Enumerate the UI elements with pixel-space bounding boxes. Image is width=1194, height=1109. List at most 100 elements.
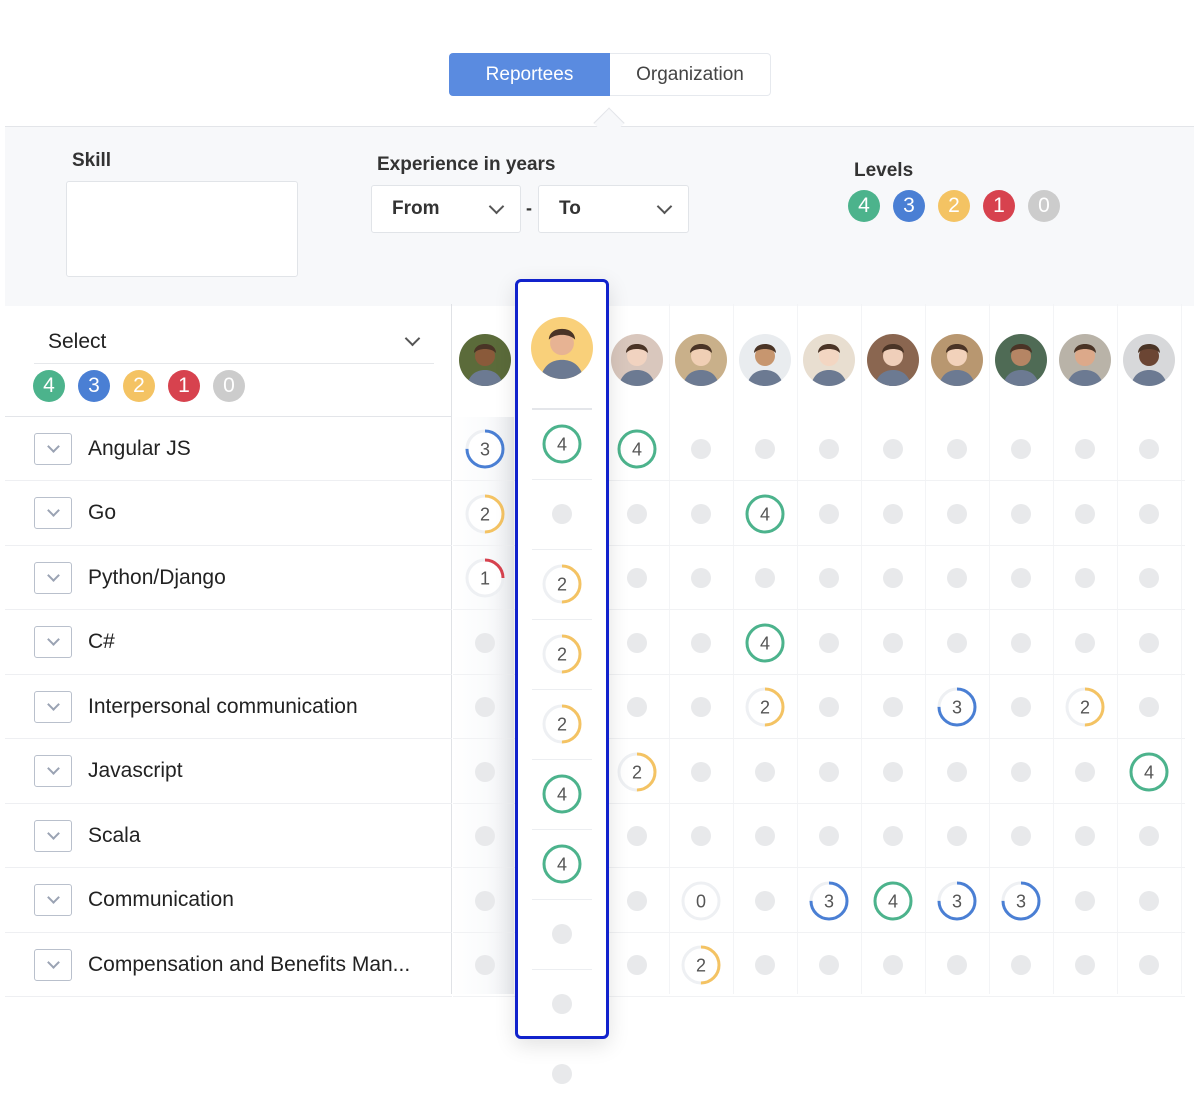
avatar[interactable] bbox=[803, 334, 855, 386]
rating-cell[interactable] bbox=[925, 933, 989, 997]
experience-from-select[interactable]: From bbox=[371, 185, 521, 233]
rating-cell[interactable] bbox=[669, 482, 733, 546]
rating-cell[interactable] bbox=[1117, 611, 1181, 675]
level-3-badge[interactable]: 3 bbox=[893, 190, 925, 222]
rating-cell[interactable]: 3 bbox=[925, 869, 989, 933]
rating-cell[interactable]: 2 bbox=[530, 619, 594, 689]
rating-cell[interactable] bbox=[1117, 675, 1181, 739]
rating-cell[interactable] bbox=[861, 675, 925, 739]
avatar[interactable] bbox=[675, 334, 727, 386]
rating-cell[interactable] bbox=[797, 933, 861, 997]
rating-cell[interactable] bbox=[861, 482, 925, 546]
rating-cell[interactable] bbox=[733, 933, 797, 997]
rating-cell[interactable]: 3 bbox=[453, 417, 517, 481]
rating-cell[interactable]: 4 bbox=[530, 829, 594, 899]
experience-to-select[interactable]: To bbox=[538, 185, 689, 233]
rating-cell[interactable] bbox=[989, 804, 1053, 868]
rating-cell[interactable] bbox=[605, 482, 669, 546]
level-4-badge[interactable]: 4 bbox=[848, 190, 880, 222]
avatar[interactable] bbox=[995, 334, 1047, 386]
rating-cell[interactable] bbox=[1053, 740, 1117, 804]
rating-cell[interactable] bbox=[1053, 417, 1117, 481]
rating-ring[interactable]: 2 bbox=[744, 686, 786, 728]
rating-cell[interactable] bbox=[733, 417, 797, 481]
rating-cell[interactable] bbox=[925, 804, 989, 868]
level-2-badge[interactable]: 2 bbox=[938, 190, 970, 222]
rating-cell[interactable]: 4 bbox=[530, 759, 594, 829]
avatar[interactable] bbox=[459, 334, 511, 386]
rating-ring[interactable]: 4 bbox=[872, 880, 914, 922]
rating-cell[interactable]: 2 bbox=[530, 689, 594, 759]
avatar[interactable] bbox=[931, 334, 983, 386]
rating-ring[interactable]: 3 bbox=[808, 880, 850, 922]
level-0-badge[interactable]: 0 bbox=[213, 370, 245, 402]
rating-cell[interactable] bbox=[925, 546, 989, 610]
rating-cell[interactable] bbox=[861, 611, 925, 675]
expand-skill-button[interactable] bbox=[34, 884, 72, 916]
rating-cell[interactable] bbox=[797, 804, 861, 868]
rating-cell[interactable]: 2 bbox=[530, 549, 594, 619]
rating-ring[interactable]: 2 bbox=[616, 751, 658, 793]
rating-ring[interactable]: 4 bbox=[541, 423, 583, 465]
rating-cell[interactable]: 4 bbox=[733, 611, 797, 675]
rating-cell[interactable]: 0 bbox=[669, 869, 733, 933]
tab-organization[interactable]: Organization bbox=[610, 53, 771, 96]
avatar[interactable] bbox=[867, 334, 919, 386]
rating-ring[interactable]: 3 bbox=[936, 686, 978, 728]
rating-cell[interactable] bbox=[453, 869, 517, 933]
avatar[interactable] bbox=[1123, 334, 1175, 386]
rating-cell[interactable] bbox=[1117, 482, 1181, 546]
rating-cell[interactable]: 3 bbox=[797, 869, 861, 933]
rating-cell[interactable] bbox=[861, 933, 925, 997]
level-4-badge[interactable]: 4 bbox=[33, 370, 65, 402]
rating-cell[interactable] bbox=[530, 1039, 594, 1109]
rating-cell[interactable] bbox=[925, 611, 989, 675]
rating-cell[interactable] bbox=[1053, 869, 1117, 933]
rating-cell[interactable] bbox=[861, 740, 925, 804]
expand-skill-button[interactable] bbox=[34, 755, 72, 787]
rating-ring[interactable]: 4 bbox=[1128, 751, 1170, 793]
rating-ring[interactable]: 1 bbox=[464, 557, 506, 599]
rating-ring[interactable]: 2 bbox=[541, 633, 583, 675]
rating-cell[interactable]: 4 bbox=[733, 482, 797, 546]
rating-cell[interactable] bbox=[861, 804, 925, 868]
rating-cell[interactable] bbox=[1053, 804, 1117, 868]
rating-ring[interactable]: 3 bbox=[936, 880, 978, 922]
rating-cell[interactable] bbox=[797, 546, 861, 610]
rating-cell[interactable] bbox=[669, 675, 733, 739]
rating-cell[interactable] bbox=[733, 869, 797, 933]
rating-cell[interactable] bbox=[605, 869, 669, 933]
rating-cell[interactable] bbox=[1117, 933, 1181, 997]
rating-cell[interactable] bbox=[453, 675, 517, 739]
rating-cell[interactable] bbox=[1053, 611, 1117, 675]
rating-cell[interactable] bbox=[797, 740, 861, 804]
expand-skill-button[interactable] bbox=[34, 561, 72, 594]
rating-cell[interactable] bbox=[797, 482, 861, 546]
rating-cell[interactable] bbox=[989, 482, 1053, 546]
rating-cell[interactable] bbox=[605, 546, 669, 610]
rating-cell[interactable] bbox=[989, 417, 1053, 481]
rating-ring[interactable]: 2 bbox=[541, 563, 583, 605]
rating-cell[interactable]: 3 bbox=[989, 869, 1053, 933]
rating-cell[interactable] bbox=[453, 611, 517, 675]
rating-cell[interactable] bbox=[1053, 482, 1117, 546]
rating-cell[interactable] bbox=[605, 804, 669, 868]
rating-ring[interactable]: 2 bbox=[541, 703, 583, 745]
rating-ring[interactable]: 4 bbox=[541, 773, 583, 815]
avatar[interactable] bbox=[739, 334, 791, 386]
rating-ring[interactable]: 3 bbox=[464, 428, 506, 470]
rating-ring[interactable]: 4 bbox=[541, 843, 583, 885]
rating-cell[interactable] bbox=[925, 482, 989, 546]
level-3-badge[interactable]: 3 bbox=[78, 370, 110, 402]
rating-ring[interactable]: 3 bbox=[1000, 880, 1042, 922]
expand-skill-button[interactable] bbox=[34, 948, 72, 981]
rating-ring[interactable]: 4 bbox=[744, 622, 786, 664]
rating-ring[interactable]: 0 bbox=[680, 880, 722, 922]
rating-ring[interactable]: 2 bbox=[680, 944, 722, 986]
rating-cell[interactable]: 4 bbox=[605, 417, 669, 481]
rating-cell[interactable]: 2 bbox=[453, 482, 517, 546]
expand-skill-button[interactable] bbox=[34, 819, 72, 852]
avatar[interactable] bbox=[611, 334, 663, 386]
skill-select-dropdown[interactable]: Select bbox=[34, 320, 434, 364]
rating-cell[interactable] bbox=[1117, 417, 1181, 481]
